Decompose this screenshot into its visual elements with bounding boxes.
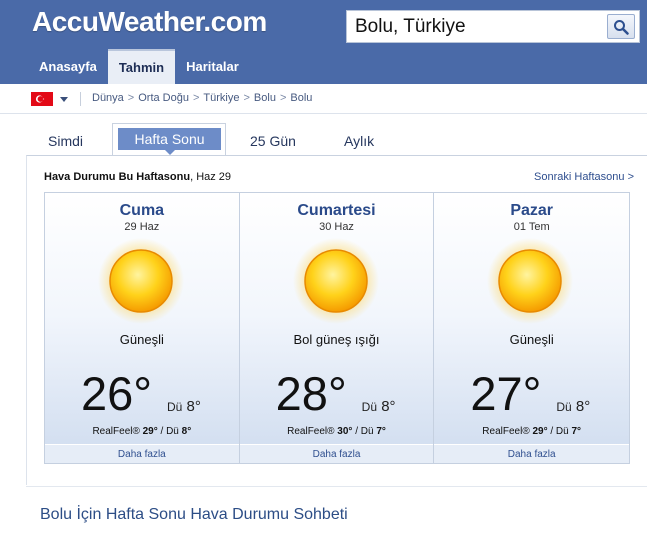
weekend-forecast-panel: Hava Durumu Bu Haftasonu, Haz 29 Sonraki… [26, 155, 647, 485]
tab-25-gun[interactable]: 25 Gün [250, 133, 296, 149]
forecast-tabs: Simdi Hafta Sonu 25 Gün Aylık [0, 115, 647, 155]
search-button[interactable] [607, 14, 635, 39]
day-name[interactable]: Cuma [45, 202, 239, 220]
day-card-friday[interactable]: Cuma 29 Haz Güneşli 26° Dü 8° RealFeel® … [45, 193, 240, 463]
day-date: 01 Tem [513, 221, 550, 233]
panel-title: Hava Durumu Bu Haftasonu, Haz 29 [44, 171, 232, 183]
condition-text: Güneşli [119, 332, 164, 347]
site-header: AccuWeather.com Anasayfa Tahmin Haritala… [0, 0, 647, 84]
divider [80, 92, 81, 106]
search-box [346, 10, 640, 43]
divider [26, 486, 647, 487]
nav-anasayfa[interactable]: Anasayfa [28, 49, 108, 84]
day-date: 29 Haz [124, 221, 160, 233]
accuweather-logo[interactable]: AccuWeather.com [32, 6, 267, 38]
high-temp: 26° [81, 367, 153, 420]
day-card-sunday[interactable]: Pazar 01 Tem Güneşli 27° Dü 8° RealFeel®… [434, 193, 630, 463]
sunny-icon [98, 238, 184, 324]
breadcrumb-item[interactable]: Türkiye [203, 92, 239, 104]
high-temp: 28° [275, 367, 347, 420]
breadcrumb-item[interactable]: Bolu [254, 92, 276, 104]
high-temp: 27° [470, 367, 542, 420]
low-temp: Dü 8° [167, 398, 201, 415]
search-input[interactable] [355, 11, 605, 42]
condition-text: Bol güneş ışığı [293, 332, 380, 347]
more-link[interactable]: Daha fazla [239, 444, 434, 463]
more-link[interactable]: Daha fazla [434, 444, 630, 463]
next-weekend-link[interactable]: Sonraki Haftasonu > [534, 171, 634, 183]
tab-aylik[interactable]: Aylık [344, 133, 374, 149]
sunny-icon [292, 238, 379, 324]
breadcrumb-item[interactable]: Orta Doğu [138, 92, 189, 104]
realfeel-text: RealFeel® 29° / Dü 7° [482, 426, 582, 437]
tab-simdi[interactable]: Simdi [48, 133, 83, 149]
breadcrumb-item[interactable]: Dünya [92, 92, 124, 104]
weekend-chat-title[interactable]: Bolu İçin Hafta Sonu Hava Durumu Sohbeti [40, 506, 348, 524]
breadcrumb-separator: > [127, 92, 135, 104]
main-nav: Anasayfa Tahmin Haritalar [28, 49, 250, 84]
realfeel-text: RealFeel® 30° / Dü 7° [287, 426, 386, 437]
low-temp: Dü 8° [361, 398, 396, 415]
nav-haritalar[interactable]: Haritalar [175, 49, 250, 84]
sunny-icon [487, 238, 574, 324]
tab-hafta-sonu[interactable]: Hafta Sonu [112, 123, 226, 155]
chevron-down-icon[interactable] [60, 97, 68, 102]
realfeel-text: RealFeel® 29° / Dü 8° [92, 426, 192, 437]
day-cards: Cuma 29 Haz Güneşli 26° Dü 8° RealFeel® … [44, 192, 630, 464]
breadcrumb-separator: > [279, 92, 287, 104]
day-card-saturday[interactable]: Cumartesi 30 Haz Bol güneş ışığı 28° Dü … [239, 193, 435, 463]
day-name[interactable]: Pazar [434, 202, 629, 220]
search-icon [614, 19, 629, 35]
breadcrumb-separator: > [192, 92, 200, 104]
condition-text: Güneşli [509, 332, 554, 347]
low-temp: Dü 8° [556, 398, 591, 415]
breadcrumb: Dünya > Orta Doğu > Türkiye > Bolu > Bol… [92, 92, 312, 104]
turkey-flag-icon[interactable] [31, 92, 53, 106]
breadcrumb-item[interactable]: Bolu [290, 92, 312, 104]
day-date: 30 Haz [319, 221, 354, 233]
nav-tahmin[interactable]: Tahmin [107, 49, 176, 84]
day-name[interactable]: Cumartesi [240, 202, 434, 220]
tab-hafta-sonu-label: Hafta Sonu [118, 128, 221, 150]
breadcrumb-bar: Dünya > Orta Doğu > Türkiye > Bolu > Bol… [0, 84, 647, 114]
more-link[interactable]: Daha fazla [45, 444, 239, 463]
breadcrumb-separator: > [243, 92, 250, 104]
